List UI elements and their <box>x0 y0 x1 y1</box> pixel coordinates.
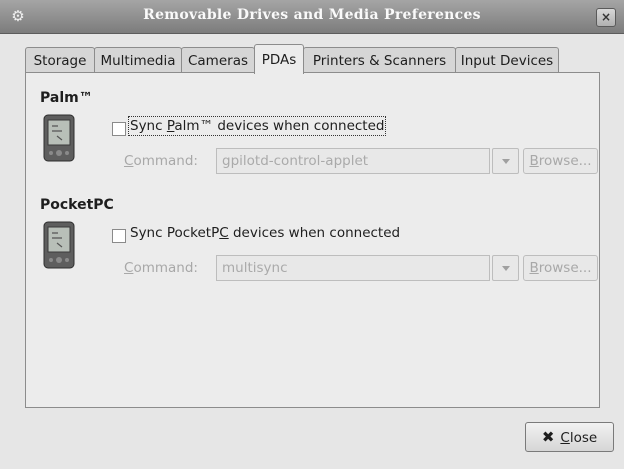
x-icon: ✖ <box>541 428 555 446</box>
window-title: Removable Drives and Media Preferences <box>143 7 481 23</box>
close-icon[interactable]: × <box>596 8 616 27</box>
sync-pocketpc-label[interactable]: Sync PocketPC devices when connected <box>130 225 400 241</box>
palm-browse-button[interactable]: Browse... <box>523 148 598 174</box>
pocketpc-command-input[interactable]: multisync <box>216 255 490 281</box>
chevron-down-icon[interactable] <box>492 255 519 281</box>
close-button[interactable]: ✖ Close <box>525 422 614 452</box>
pocketpc-command-label: Command: <box>124 260 198 276</box>
tab-pdas[interactable]: PDAs <box>254 44 304 74</box>
titlebar: ⚙ Removable Drives and Media Preferences… <box>0 0 624 34</box>
pocketpc-command-combo[interactable]: multisync <box>216 255 549 281</box>
pocketpc-section-title: PocketPC <box>40 197 114 213</box>
pda-icon <box>43 114 75 162</box>
tab-input-devices[interactable]: Input Devices <box>455 47 559 73</box>
pda-icon <box>43 221 75 269</box>
palm-command-input[interactable]: gpilotd-control-applet <box>216 148 490 174</box>
palm-section-title: Palm™ <box>40 90 93 106</box>
tab-printers-scanners[interactable]: Printers & Scanners <box>303 47 456 73</box>
dialog-window: ⚙ Removable Drives and Media Preferences… <box>0 0 624 469</box>
palm-command-label: Command: <box>124 153 198 169</box>
sync-pocketpc-checkbox[interactable] <box>112 229 126 243</box>
palm-command-combo[interactable]: gpilotd-control-applet <box>216 148 549 174</box>
pocketpc-browse-button[interactable]: Browse... <box>523 255 598 281</box>
chevron-down-icon[interactable] <box>492 148 519 174</box>
sync-palm-label[interactable]: Sync Palm™ devices when connected <box>127 116 387 136</box>
pdas-panel: Palm™ Sync Palm™ devices when connected … <box>25 72 600 408</box>
tab-storage[interactable]: Storage <box>25 47 95 73</box>
sync-palm-checkbox[interactable] <box>112 122 126 136</box>
tab-multimedia[interactable]: Multimedia <box>94 47 182 73</box>
tab-cameras[interactable]: Cameras <box>181 47 255 73</box>
